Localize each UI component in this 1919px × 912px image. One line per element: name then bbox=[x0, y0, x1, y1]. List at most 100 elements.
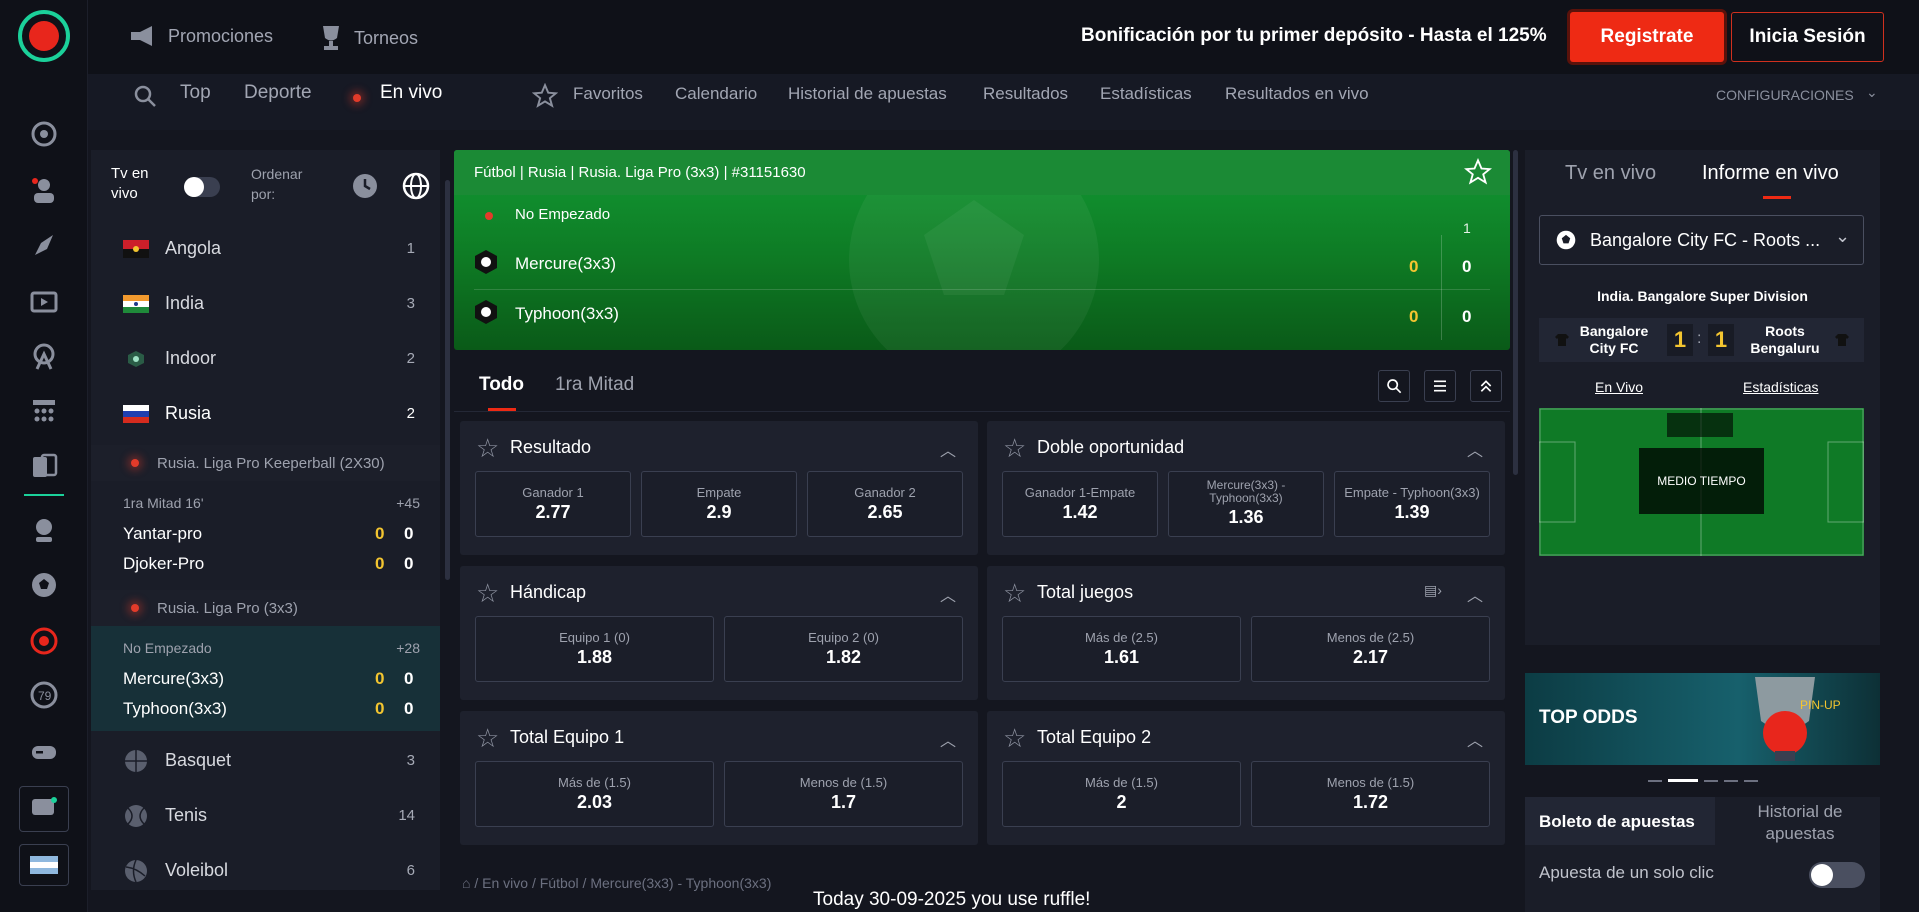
nav-favorites[interactable]: Favoritos bbox=[573, 84, 643, 104]
promotions-link[interactable]: Promociones bbox=[128, 24, 273, 48]
odd-button[interactable]: Ganador 2 2.65 bbox=[807, 471, 963, 537]
chevron-up-icon[interactable]: ︿ bbox=[1467, 437, 1483, 461]
top-odds-banner[interactable]: PIN-UP TOP ODDS bbox=[1525, 673, 1880, 765]
live-target-icon[interactable] bbox=[24, 621, 64, 661]
sport-item-volleyball[interactable]: Voleibol 6 bbox=[91, 843, 440, 898]
tab-tv-live[interactable]: Tv en vivo bbox=[1565, 162, 1656, 185]
sidebar-scrollbar[interactable] bbox=[445, 180, 450, 580]
crash-rocket-icon[interactable] bbox=[24, 226, 64, 266]
country-item-india[interactable]: India 3 bbox=[91, 276, 440, 331]
star-icon[interactable] bbox=[532, 83, 558, 109]
cards-icon[interactable] bbox=[24, 446, 64, 486]
fast-games-icon[interactable]: 79 bbox=[24, 675, 64, 715]
gamepad-icon[interactable] bbox=[24, 732, 64, 772]
match-item-selected[interactable]: No Empezado +28 Mercure(3x3) 0 0 Typhoon… bbox=[91, 626, 440, 731]
settings-menu[interactable]: CONFIGURACIONES bbox=[1716, 87, 1854, 103]
odd-button[interactable]: Empate - Typhoon(3x3) 1.39 bbox=[1334, 471, 1490, 537]
country-item-indoor[interactable]: Indoor 2 bbox=[91, 331, 440, 386]
chevron-up-icon[interactable]: ︿ bbox=[1467, 727, 1483, 751]
star-icon[interactable]: ☆ bbox=[476, 578, 499, 609]
bingo-icon[interactable] bbox=[24, 391, 64, 431]
tv-games-icon[interactable] bbox=[24, 281, 64, 321]
odd-button[interactable]: Ganador 1 2.77 bbox=[475, 471, 631, 537]
coins-arrow-icon[interactable]: ▤› bbox=[1424, 582, 1442, 599]
list-view-button[interactable] bbox=[1424, 370, 1456, 402]
star-icon[interactable]: ☆ bbox=[1003, 723, 1026, 754]
match-item[interactable]: 1ra Mitad 16' +45 Yantar-pro 0 0 Djoker-… bbox=[91, 481, 440, 586]
login-button[interactable]: Inicia Sesión bbox=[1731, 12, 1884, 62]
nav-calendar[interactable]: Calendario bbox=[675, 84, 757, 104]
market-search-button[interactable] bbox=[1378, 370, 1410, 402]
star-icon[interactable]: ☆ bbox=[1003, 578, 1026, 609]
chevron-up-icon[interactable]: ︿ bbox=[940, 437, 956, 461]
period-column-header: 1 bbox=[1463, 220, 1471, 236]
odd-button[interactable]: Mercure(3x3) - Typhoon(3x3) 1.36 bbox=[1168, 471, 1324, 537]
register-button[interactable]: Registrate bbox=[1570, 12, 1724, 62]
odd-button[interactable]: Equipo 1 (0) 1.88 bbox=[475, 616, 714, 682]
casino-icon[interactable] bbox=[24, 114, 64, 154]
star-icon[interactable]: ☆ bbox=[1003, 433, 1026, 464]
breadcrumb-football[interactable]: Fútbol bbox=[540, 875, 579, 891]
odd-button[interactable]: Menos de (2.5) 2.17 bbox=[1251, 616, 1490, 682]
chat-support-button[interactable] bbox=[19, 786, 69, 832]
banner-text: TOP ODDS bbox=[1539, 707, 1638, 728]
sport-item-tennis[interactable]: Tenis 14 bbox=[91, 788, 440, 843]
nav-live-results[interactable]: Resultados en vivo bbox=[1225, 84, 1369, 104]
chevron-up-icon[interactable]: ︿ bbox=[1467, 582, 1483, 606]
odd-button[interactable]: Ganador 1-Empate 1.42 bbox=[1002, 471, 1158, 537]
chevron-down-icon[interactable]: ⌄ bbox=[1866, 84, 1878, 101]
nav-statistics[interactable]: Estadísticas bbox=[1100, 84, 1192, 104]
tab-first-half[interactable]: 1ra Mitad bbox=[555, 374, 634, 396]
football-icon[interactable] bbox=[24, 565, 64, 605]
center-scrollbar[interactable] bbox=[1513, 150, 1518, 475]
sport-item-basketball[interactable]: Basquet 3 bbox=[91, 733, 440, 788]
home-icon[interactable]: ⌂ bbox=[462, 875, 470, 891]
chevron-up-icon[interactable]: ︿ bbox=[940, 727, 956, 751]
tab-bet-history[interactable]: Historial de apuestas bbox=[1735, 801, 1865, 845]
odd-button[interactable]: Más de (2.5) 1.61 bbox=[1002, 616, 1241, 682]
tab-bet-slip[interactable]: Boleto de apuestas bbox=[1525, 797, 1715, 845]
language-flag-button[interactable] bbox=[19, 844, 69, 886]
country-item-angola[interactable]: Angola 1 bbox=[91, 221, 440, 276]
star-icon[interactable]: ☆ bbox=[476, 723, 499, 754]
tournaments-link[interactable]: Torneos bbox=[318, 24, 418, 52]
nav-live[interactable]: En vivo bbox=[380, 82, 442, 104]
carousel-dots[interactable] bbox=[1648, 779, 1760, 783]
breadcrumb-live[interactable]: En vivo bbox=[482, 875, 528, 891]
sort-by-label: Ordenar por: bbox=[251, 166, 303, 202]
chevron-up-icon[interactable]: ︿ bbox=[940, 582, 956, 606]
nav-top[interactable]: Top bbox=[180, 82, 211, 104]
nav-sport[interactable]: Deporte bbox=[244, 82, 312, 104]
search-icon[interactable] bbox=[133, 84, 157, 108]
odd-label: Empate - Typhoon(3x3) bbox=[1344, 485, 1480, 500]
country-item-rusia[interactable]: Rusia 2 bbox=[91, 386, 440, 441]
odd-button[interactable]: Menos de (1.5) 1.7 bbox=[724, 761, 963, 827]
link-statistics[interactable]: Estadísticas bbox=[1743, 379, 1818, 395]
country-name: India bbox=[165, 293, 205, 313]
league-header[interactable]: Rusia. Liga Pro Keeperball (2X30) bbox=[91, 445, 440, 481]
tv-live-toggle[interactable] bbox=[184, 177, 220, 197]
nav-results[interactable]: Resultados bbox=[983, 84, 1068, 104]
favorite-star-icon[interactable] bbox=[1464, 158, 1492, 186]
odd-button[interactable]: Equipo 2 (0) 1.82 bbox=[724, 616, 963, 682]
odd-button[interactable]: Empate 2.9 bbox=[641, 471, 797, 537]
odd-button[interactable]: Menos de (1.5) 1.72 bbox=[1251, 761, 1490, 827]
brand-logo[interactable] bbox=[18, 10, 70, 62]
odd-value: 2.65 bbox=[867, 502, 903, 522]
virtual-sports-icon[interactable] bbox=[24, 510, 64, 550]
link-live[interactable]: En Vivo bbox=[1595, 379, 1643, 395]
globe-icon[interactable] bbox=[402, 172, 430, 200]
tab-all[interactable]: Todo bbox=[479, 374, 524, 396]
one-click-bet-toggle[interactable] bbox=[1809, 862, 1865, 888]
collapse-all-button[interactable] bbox=[1470, 370, 1502, 402]
live-dealer-icon[interactable] bbox=[24, 170, 64, 210]
match-selector-dropdown[interactable]: Bangalore City FC - Roots ... ⌄ bbox=[1539, 215, 1864, 265]
odd-button[interactable]: Más de (1.5) 2 bbox=[1002, 761, 1241, 827]
star-icon[interactable]: ☆ bbox=[476, 433, 499, 464]
clock-icon[interactable] bbox=[351, 172, 379, 200]
league-header[interactable]: Rusia. Liga Pro (3x3) bbox=[91, 590, 440, 626]
tab-live-report[interactable]: Informe en vivo bbox=[1702, 162, 1839, 185]
wheel-icon[interactable] bbox=[24, 336, 64, 376]
nav-bet-history[interactable]: Historial de apuestas bbox=[788, 84, 947, 104]
odd-button[interactable]: Más de (1.5) 2.03 bbox=[475, 761, 714, 827]
